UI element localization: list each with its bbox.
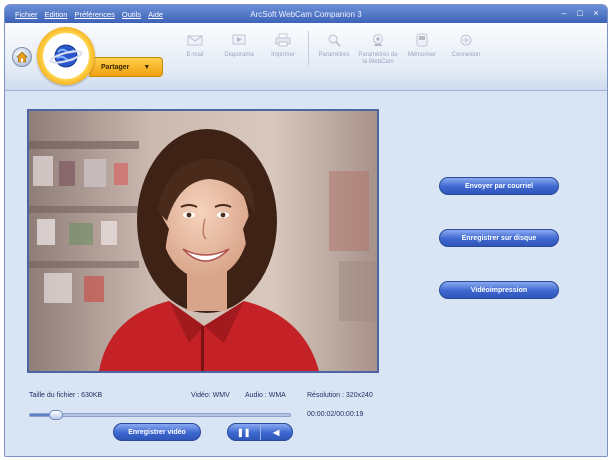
- video-print-button[interactable]: Vidéoimpression: [439, 281, 559, 299]
- tool-print-label: Imprimer: [271, 52, 295, 58]
- video-preview[interactable]: [27, 109, 379, 373]
- home-button[interactable]: [12, 47, 32, 67]
- app-window: Fichier Edition Préférences Outils Aide …: [4, 4, 608, 457]
- tool-email-label: E-mail: [186, 52, 204, 58]
- pause-icon: ❚❚: [237, 427, 251, 437]
- printer-icon: [275, 33, 291, 47]
- home-icon: [16, 51, 28, 63]
- magnifier-icon: [328, 34, 341, 47]
- toolbar: Partager ▼ E-mail Diaporama Imprimer Par…: [5, 23, 607, 91]
- time-display: 00:00:02/00:00:19: [307, 411, 364, 418]
- stop-button[interactable]: ◀: [259, 424, 293, 440]
- maximize-button[interactable]: □: [575, 8, 585, 18]
- send-email-button[interactable]: Envoyer par courriel: [439, 177, 559, 195]
- save-to-disk-button[interactable]: Enregistrer sur disque: [439, 229, 559, 247]
- mode-selector[interactable]: Partager ▼: [89, 57, 163, 77]
- chevron-down-icon: ▼: [143, 63, 151, 71]
- tool-webcam-settings-label: Paramètres de la WebCam: [358, 52, 398, 65]
- close-button[interactable]: ×: [591, 8, 601, 18]
- mode-label: Partager: [101, 63, 130, 71]
- mode-orb[interactable]: [37, 27, 95, 85]
- tool-connect-label: Connexion: [451, 52, 481, 58]
- tool-webcam-settings[interactable]: Paramètres de la WebCam: [356, 31, 400, 66]
- record-video-button[interactable]: Enregistrer vidéo: [113, 423, 201, 441]
- globe-icon: [49, 44, 83, 68]
- tool-settings[interactable]: Paramètres: [312, 31, 356, 66]
- tool-save[interactable]: Mémoriser: [400, 31, 444, 66]
- tool-print[interactable]: Imprimer: [261, 31, 305, 66]
- window-controls: – □ ×: [559, 8, 601, 18]
- webcam-icon: [373, 34, 383, 46]
- video-frame-image: [29, 111, 377, 371]
- rewind-icon: ◀: [273, 427, 280, 437]
- save-icon: [416, 33, 428, 47]
- menu-bar: Fichier Edition Préférences Outils Aide: [5, 10, 163, 19]
- menu-tools[interactable]: Outils: [122, 10, 141, 19]
- title-bar: Fichier Edition Préférences Outils Aide …: [5, 5, 607, 23]
- tool-settings-label: Paramètres: [318, 52, 350, 58]
- file-size-label: Taille du fichier : 630KB: [29, 392, 103, 399]
- pause-button[interactable]: ❚❚: [228, 424, 260, 440]
- video-format-label: Vidéo: WMV: [191, 392, 230, 399]
- menu-file[interactable]: Fichier: [15, 10, 38, 19]
- menu-help[interactable]: Aide: [148, 10, 163, 19]
- playback-controls: ❚❚ ◀: [227, 423, 293, 441]
- share-tools: E-mail Diaporama Imprimer Paramètres Par…: [173, 31, 488, 66]
- audio-format-label: Audio : WMA: [245, 392, 286, 399]
- resolution-label: Résolution : 320x240: [307, 392, 373, 399]
- main-panel: Envoyer par courriel Enregistrer sur dis…: [5, 92, 607, 456]
- playback-slider[interactable]: [29, 410, 291, 420]
- menu-edit[interactable]: Edition: [45, 10, 68, 19]
- tool-email[interactable]: E-mail: [173, 31, 217, 66]
- tool-slideshow[interactable]: Diaporama: [217, 31, 261, 66]
- tool-connect[interactable]: Connexion: [444, 31, 488, 66]
- mail-icon: [187, 35, 203, 46]
- menu-preferences[interactable]: Préférences: [74, 10, 114, 19]
- connect-icon: [460, 34, 472, 46]
- playback-slider-thumb[interactable]: [49, 410, 63, 420]
- slideshow-icon: [232, 34, 246, 45]
- toolbar-divider: [308, 31, 309, 65]
- tool-slideshow-label: Diaporama: [224, 52, 254, 58]
- tool-save-label: Mémoriser: [407, 52, 437, 58]
- minimize-button[interactable]: –: [559, 8, 569, 18]
